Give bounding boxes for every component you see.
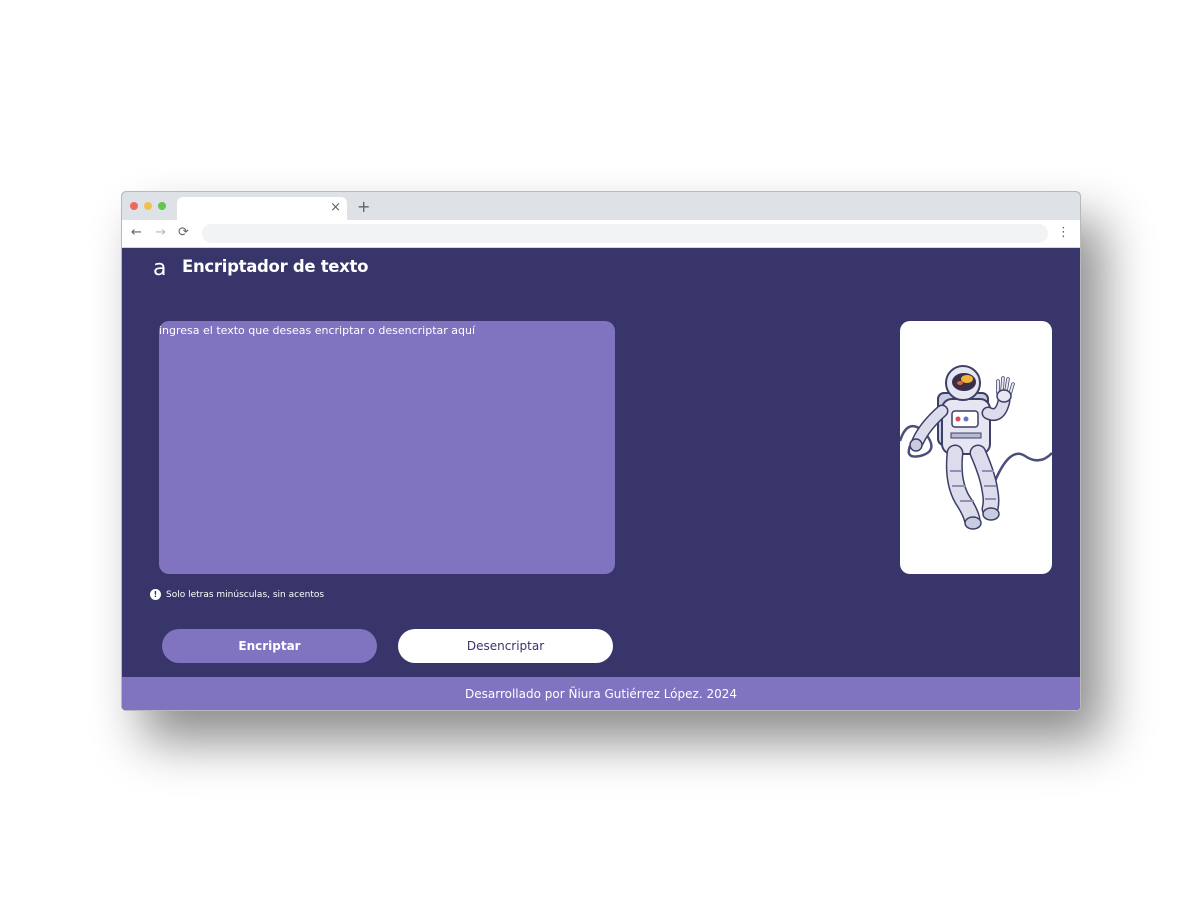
tab-strip: × + (122, 192, 1080, 220)
reload-icon[interactable]: ⟳ (178, 224, 189, 242)
tab-close-icon[interactable]: × (330, 199, 341, 217)
text-input[interactable] (159, 321, 615, 574)
back-icon[interactable]: ← (131, 224, 142, 242)
browser-toolbar: ← → ⟳ ⋮ (122, 220, 1080, 248)
maximize-window-button[interactable] (158, 202, 166, 210)
footer-text: Desarrollado por Ñiura Gutiérrez López. … (465, 686, 737, 701)
astronaut-icon (900, 365, 1052, 530)
new-tab-icon[interactable]: + (357, 198, 370, 216)
info-icon: ! (150, 589, 161, 600)
forward-icon[interactable]: → (155, 224, 166, 242)
address-bar[interactable] (202, 224, 1048, 243)
footer: Desarrollado por Ñiura Gutiérrez López. … (122, 677, 1080, 710)
input-hint: ! Solo letras minúsculas, sin acentos (150, 589, 324, 600)
decrypt-button[interactable]: Desencriptar (398, 629, 613, 663)
logo-icon: a (153, 256, 167, 281)
minimize-window-button[interactable] (144, 202, 152, 210)
close-window-button[interactable] (130, 202, 138, 210)
encrypt-button[interactable]: Encriptar (162, 629, 377, 663)
browser-window: × + ← → ⟳ ⋮ a Encriptador de texto ! Sol… (121, 191, 1081, 711)
hint-text: Solo letras minúsculas, sin acentos (166, 589, 325, 600)
astronaut-illustration (900, 321, 1052, 574)
browser-menu-icon[interactable]: ⋮ (1057, 224, 1070, 242)
browser-tab[interactable]: × (177, 197, 347, 220)
page-content: a Encriptador de texto ! Solo letras min… (122, 248, 1080, 710)
page-title: Encriptador de texto (182, 257, 369, 276)
